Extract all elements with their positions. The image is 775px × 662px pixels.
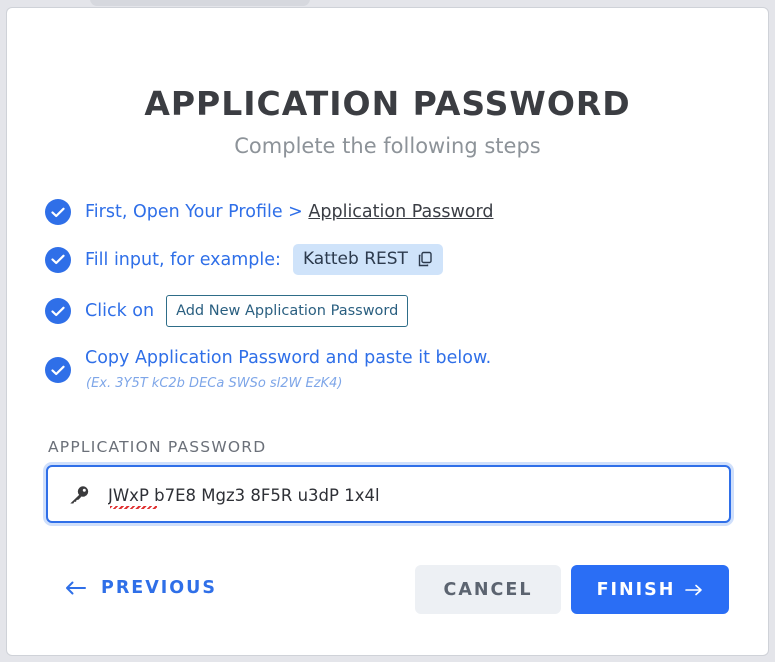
password-example-hint: (Ex. 3Y5T kC2b DECa SWSo sl2W EzK4) xyxy=(86,376,343,391)
application-password-link[interactable]: Application Password xyxy=(308,202,493,222)
check-icon xyxy=(45,246,71,273)
arrow-right-icon xyxy=(685,584,703,595)
check-icon xyxy=(45,357,71,383)
application-password-label: APPLICATION PASSWORD xyxy=(48,438,267,456)
step-fill-input: Fill input, for example: Katteb REST xyxy=(45,244,443,275)
previous-button[interactable]: PREVIOUS xyxy=(65,578,217,598)
finish-button[interactable]: FINISH xyxy=(571,565,729,614)
spellcheck-underline xyxy=(110,506,157,509)
modal-title: APPLICATION PASSWORD xyxy=(144,84,631,123)
modal-subtitle: Complete the following steps xyxy=(234,134,541,158)
step-click-add: Click on Add New Application Password xyxy=(45,295,409,327)
step-text: Fill input, for example: xyxy=(85,249,281,270)
previous-label: PREVIOUS xyxy=(101,578,218,598)
copy-icon[interactable] xyxy=(417,251,433,267)
add-new-application-password-button[interactable]: Add New Application Password xyxy=(166,295,409,327)
step-copy-password xyxy=(45,357,71,383)
application-password-field xyxy=(46,465,731,523)
background-page xyxy=(90,0,310,6)
check-icon xyxy=(45,199,71,225)
arrow-left-icon xyxy=(66,581,86,595)
example-name-chip[interactable]: Katteb REST xyxy=(292,244,443,275)
step-text: Click on xyxy=(85,301,155,321)
finish-label: FINISH xyxy=(596,579,676,600)
cancel-button[interactable]: CANCEL xyxy=(415,565,561,614)
check-icon xyxy=(45,298,71,324)
step-text: First, Open Your Profile > Application P… xyxy=(85,202,494,222)
step-text: Copy Application Password and paste it b… xyxy=(85,348,492,368)
key-icon xyxy=(70,486,89,504)
application-password-input[interactable] xyxy=(108,483,708,507)
step-open-profile: First, Open Your Profile > Application P… xyxy=(45,199,493,225)
example-name: Katteb REST xyxy=(302,249,408,269)
application-password-modal: APPLICATION PASSWORD Complete the follow… xyxy=(6,7,769,656)
